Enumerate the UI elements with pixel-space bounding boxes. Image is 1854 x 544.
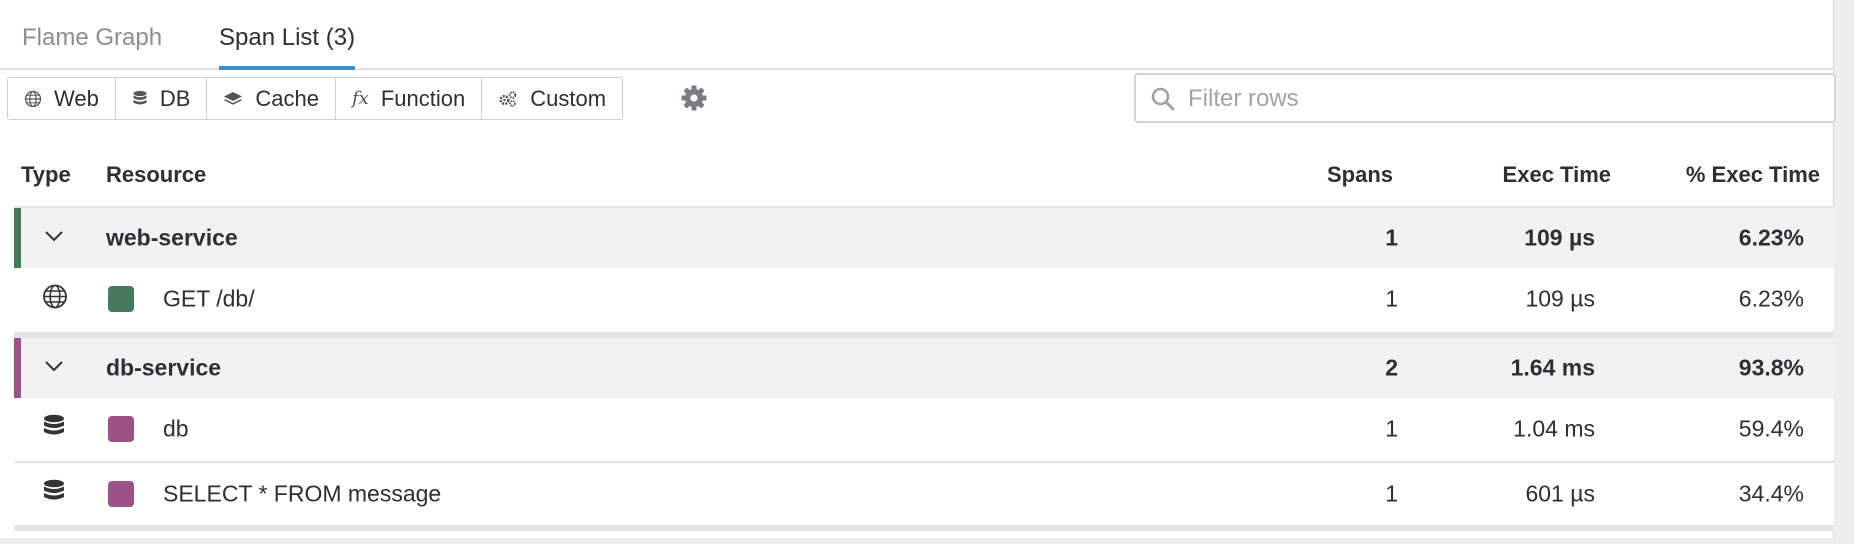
- database-icon: [42, 479, 66, 510]
- service-color-swatch: [108, 481, 134, 507]
- group-exec-time: 109 µs: [1524, 224, 1595, 251]
- layers-icon: [223, 90, 243, 108]
- chevron-down-icon[interactable]: [44, 229, 64, 247]
- scrollbar-track[interactable]: [1833, 0, 1854, 544]
- search-icon: [1150, 86, 1176, 117]
- row-exec-time: 1.04 ms: [1513, 415, 1595, 442]
- group-row-db-service[interactable]: db-service 2 1.64 ms 93.8%: [14, 338, 1834, 398]
- table-row[interactable]: SELECT * FROM message 1 601 µs 34.4%: [14, 463, 1834, 525]
- active-tab-indicator: [219, 66, 356, 70]
- filter-web-label: Web: [54, 85, 99, 111]
- column-header-exec-time[interactable]: Exec Time: [1503, 162, 1611, 188]
- chevron-down-icon[interactable]: [44, 359, 64, 377]
- column-header-spans[interactable]: Spans: [1327, 162, 1393, 188]
- filter-db-label: DB: [159, 85, 191, 111]
- settings-gear-icon[interactable]: [680, 84, 708, 112]
- tab-span-list[interactable]: Span List (3): [219, 24, 356, 70]
- filter-cache-button[interactable]: Cache: [207, 78, 336, 119]
- table-row[interactable]: GET /db/ 1 109 µs 6.23%: [14, 268, 1834, 330]
- filter-web-button[interactable]: Web: [8, 78, 116, 119]
- table-header: Type Resource Spans Exec Time % Exec Tim…: [0, 150, 1834, 206]
- row-exec-time: 601 µs: [1525, 480, 1595, 507]
- filter-function-label: Function: [380, 85, 466, 111]
- group-row-web-service[interactable]: web-service 1 109 µs 6.23%: [14, 208, 1834, 268]
- database-icon: [132, 90, 148, 108]
- service-color-bar: [14, 208, 21, 268]
- row-spans: 1: [1385, 415, 1398, 442]
- resource-name: db: [163, 415, 189, 442]
- row-spans: 1: [1385, 480, 1398, 507]
- filter-rows-search: [1134, 73, 1836, 123]
- row-spans: 1: [1385, 285, 1398, 312]
- column-header-pct-exec-time[interactable]: % Exec Time: [1686, 162, 1820, 188]
- filter-cache-label: Cache: [255, 85, 319, 111]
- table-row[interactable]: db 1 1.04 ms 59.4%: [14, 398, 1834, 460]
- column-header-type[interactable]: Type: [21, 162, 71, 188]
- filter-function-button[interactable]: fx Function: [336, 78, 483, 119]
- group-exec-time: 1.64 ms: [1510, 354, 1595, 381]
- service-color-swatch: [108, 416, 134, 442]
- service-color-swatch: [108, 286, 134, 312]
- row-exec-time: 109 µs: [1525, 285, 1595, 312]
- resource-name: SELECT * FROM message: [163, 480, 442, 507]
- resource-name: GET /db/: [163, 285, 255, 312]
- gears-icon: [498, 90, 518, 108]
- globe-icon: [24, 90, 42, 108]
- group-name: db-service: [106, 354, 222, 381]
- table-bottom-divider: [14, 525, 1834, 531]
- column-header-resource[interactable]: Resource: [106, 162, 206, 188]
- tab-span-list-label: Span List (3): [219, 24, 356, 51]
- tab-flame-graph[interactable]: Flame Graph: [22, 24, 162, 52]
- group-spans: 1: [1385, 224, 1398, 251]
- globe-icon: [42, 284, 68, 315]
- filter-custom-button[interactable]: Custom: [482, 78, 622, 119]
- filter-rows-input[interactable]: [1186, 79, 1820, 119]
- fx-icon: fx: [352, 88, 369, 109]
- filter-db-button[interactable]: DB: [116, 78, 208, 119]
- group-name: web-service: [106, 224, 238, 251]
- row-pct-exec-time: 59.4%: [1738, 415, 1804, 442]
- group-pct-exec-time: 6.23%: [1738, 224, 1804, 251]
- group-spans: 2: [1385, 354, 1398, 381]
- span-type-filter-group: Web DB Cache fx Function Custom: [7, 77, 624, 120]
- tab-bar: Flame Graph Span List (3): [0, 0, 1834, 70]
- row-pct-exec-time: 34.4%: [1738, 480, 1804, 507]
- bottom-border: [0, 538, 1834, 544]
- row-pct-exec-time: 6.23%: [1738, 285, 1804, 312]
- group-pct-exec-time: 93.8%: [1738, 354, 1804, 381]
- service-color-bar: [14, 338, 21, 398]
- filter-custom-label: Custom: [530, 85, 607, 111]
- database-icon: [42, 414, 66, 445]
